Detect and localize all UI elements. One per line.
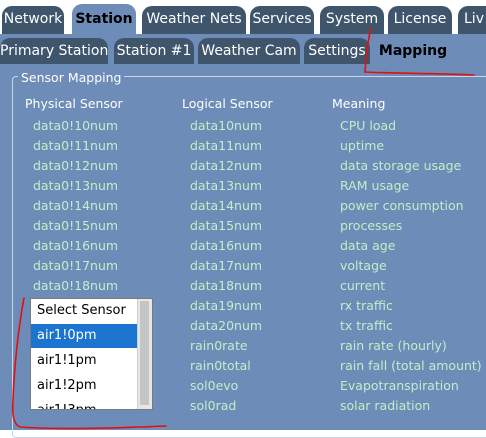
physical-sensor-cell[interactable]: data0!18num: [33, 276, 118, 296]
logical-sensor-cell: data15num: [190, 218, 263, 233]
logical-sensor-cell: sol0rad: [190, 398, 237, 413]
meaning-cell: data storage usage: [340, 158, 462, 173]
meaning-cell: data age: [340, 238, 396, 253]
meaning-cell: uptime: [340, 138, 385, 153]
physical-sensor-cell[interactable]: data0!11num: [33, 136, 118, 156]
meaning-cell: Evapotranspiration: [340, 378, 459, 393]
logical-sensor-cell: data20num: [190, 318, 263, 333]
logical-sensor-cell: data18num: [190, 278, 263, 293]
logical-sensor-cell: data19num: [190, 298, 263, 313]
tab-station-1[interactable]: Station #1: [114, 38, 194, 64]
meaning-cell: solar radiation: [340, 398, 431, 413]
logical-sensor-cell: data12num: [190, 158, 263, 173]
physical-sensor-cell[interactable]: data0!16num: [33, 236, 118, 256]
tab-network[interactable]: Network: [2, 6, 64, 34]
logical-sensor-cell: data17num: [190, 258, 263, 273]
physical-sensor-cell[interactable]: data0!15num: [33, 216, 118, 236]
tab-primary-station[interactable]: Primary Station: [0, 38, 108, 64]
logical-sensor-cell: rain0total: [190, 358, 251, 373]
meaning-cell: voltage: [340, 258, 387, 273]
main-tab-bar: Network Station Weather Nets Services Sy…: [0, 0, 486, 34]
meaning-cell: processes: [340, 218, 403, 233]
meaning-cell: RAM usage: [340, 178, 410, 193]
tab-license[interactable]: License: [388, 6, 452, 34]
meaning-cell: rain rate (hourly): [340, 338, 447, 353]
physical-sensor-cell[interactable]: data0!17num: [33, 256, 118, 276]
dropdown-option[interactable]: air1!3pm: [31, 399, 139, 409]
logical-sensor-cell: data13num: [190, 178, 263, 193]
logical-sensor-cell: data14num: [190, 198, 263, 213]
dropdown-scrollbar-thumb[interactable]: [140, 301, 149, 405]
tab-station[interactable]: Station: [72, 4, 136, 34]
station-sub-tab-bar: Primary Station Station #1 Weather Cam S…: [0, 34, 486, 64]
tab-weather-nets[interactable]: Weather Nets: [142, 6, 246, 34]
physical-sensor-dropdown-list[interactable]: Select Sensorair1!0pmair1!1pmair1!2pmair…: [30, 298, 153, 410]
dropdown-option[interactable]: air1!1pm: [31, 349, 139, 373]
logical-sensor-cell: data10num: [190, 118, 263, 133]
logical-sensor-cell: sol0evo: [190, 378, 239, 393]
dropdown-option[interactable]: Select Sensor: [31, 299, 139, 323]
meaning-cell: tx traffic: [340, 318, 393, 333]
tab-weather-cam[interactable]: Weather Cam: [198, 38, 300, 64]
section-legend: Sensor Mapping: [18, 70, 125, 85]
physical-sensor-header: Physical Sensor: [25, 96, 123, 111]
physical-sensor-cell[interactable]: data0!12num: [33, 156, 118, 176]
logical-sensor-header: Logical Sensor: [182, 96, 273, 111]
tab-settings[interactable]: Settings: [304, 38, 370, 64]
dropdown-scrollbar[interactable]: [137, 299, 152, 409]
dropdown-option[interactable]: air1!2pm: [31, 374, 139, 398]
logical-sensor-cell: rain0rate: [190, 338, 248, 353]
meaning-cell: CPU load: [340, 118, 397, 133]
meaning-cell: power consumption: [340, 198, 464, 213]
tab-system[interactable]: System: [320, 6, 384, 34]
physical-sensor-cell[interactable]: data0!14num: [33, 196, 118, 216]
meaning-cell: rx traffic: [340, 298, 393, 313]
meaning-cell: current: [340, 278, 386, 293]
tab-services[interactable]: Services: [250, 6, 314, 34]
meaning-cell: rain fall (total amount): [340, 358, 482, 373]
logical-sensor-cell: data11num: [190, 138, 263, 153]
logical-sensor-cell: data16num: [190, 238, 263, 253]
physical-sensor-cell[interactable]: data0!10num: [33, 116, 118, 136]
physical-sensor-cell[interactable]: data0!13num: [33, 176, 118, 196]
dropdown-option[interactable]: air1!0pm: [31, 324, 139, 348]
meaning-header: Meaning: [332, 96, 386, 111]
tab-live[interactable]: Liv: [458, 6, 486, 34]
tab-mapping[interactable]: Mapping: [374, 38, 452, 64]
